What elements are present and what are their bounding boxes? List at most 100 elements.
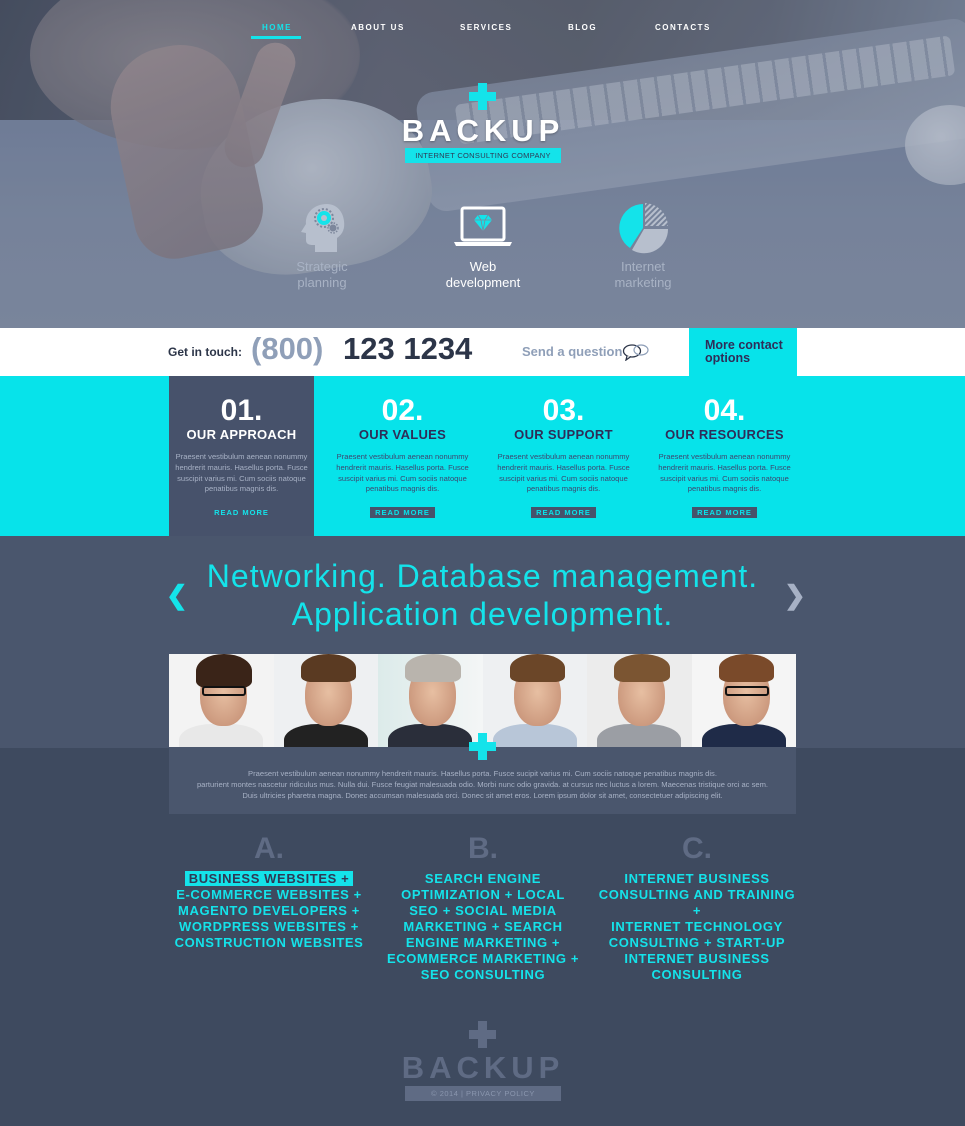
- feature-label: Strategic planning: [262, 259, 382, 291]
- chevron-right-icon[interactable]: ❯: [784, 580, 806, 611]
- nav-services[interactable]: SERVICES: [460, 23, 512, 32]
- card-text: Praesent vestibulum aenean nonummy hendr…: [658, 452, 791, 494]
- about-line1: Praesent vestibulum aenean nonummy hendr…: [248, 769, 717, 778]
- features-strip: [0, 376, 965, 536]
- send-question-link[interactable]: Send a question: [522, 344, 622, 359]
- card-our-resources: 04. OUR RESOURCES Praesent vestibulum ae…: [652, 376, 797, 536]
- team-photo[interactable]: [482, 654, 587, 747]
- read-more-button[interactable]: READ MORE: [370, 507, 435, 519]
- feature-label: Internet marketing: [583, 259, 703, 291]
- about-line2: parturient montes nascetur ridiculus mus…: [196, 780, 769, 789]
- copyright-text: © 2014: [431, 1089, 459, 1098]
- service-item[interactable]: INTERNET BUSINESS: [624, 871, 769, 886]
- service-column-c: C. INTERNET BUSINESS CONSULTING AND TRAI…: [597, 832, 797, 983]
- card-our-support: 03. OUR SUPPORT Praesent vestibulum aene…: [491, 376, 636, 536]
- service-item[interactable]: E-COMMERCE WEBSITES +: [176, 887, 362, 902]
- read-more-button[interactable]: READ MORE: [209, 507, 274, 518]
- footer-separator: |: [461, 1089, 464, 1098]
- speech-bubbles-icon[interactable]: [622, 343, 650, 362]
- service-column-b: B. SEARCH ENGINE OPTIMIZATION + LOCAL SE…: [383, 832, 583, 983]
- nav-active-indicator: [251, 36, 301, 39]
- slider-line1: Networking. Database management.: [206, 558, 759, 594]
- brand-tagline: INTERNET CONSULTING COMPANY: [405, 148, 561, 163]
- service-item[interactable]: CONSTRUCTION WEBSITES: [175, 935, 364, 950]
- read-more-button[interactable]: READ MORE: [692, 507, 757, 519]
- card-text: Praesent vestibulum aenean nonummy hendr…: [497, 452, 630, 494]
- service-item[interactable]: SEO + SOCIAL MEDIA: [409, 903, 556, 918]
- card-text: Praesent vestibulum aenean nonummy hendr…: [175, 452, 308, 494]
- feature-label: Web development: [423, 259, 543, 291]
- privacy-policy-link[interactable]: PRIVACY POLICY: [466, 1089, 535, 1098]
- service-item[interactable]: SEO CONSULTING: [421, 967, 545, 982]
- contact-label: Get in touch:: [168, 345, 242, 359]
- team-photo[interactable]: [587, 654, 692, 747]
- nav-about-us[interactable]: ABOUT US: [351, 23, 405, 32]
- team-photo[interactable]: [169, 654, 274, 747]
- card-title: OUR APPROACH: [186, 427, 297, 442]
- service-item[interactable]: ENGINE MARKETING +: [406, 935, 560, 950]
- service-item[interactable]: CONSULTING: [652, 967, 743, 982]
- card-title: OUR VALUES: [358, 427, 447, 442]
- footer-brand-logo[interactable]: BACKUP: [380, 1050, 586, 1086]
- feature-internet-marketing[interactable]: Internet marketing: [583, 200, 703, 291]
- team-photo[interactable]: [691, 654, 796, 747]
- service-item[interactable]: INTERNET TECHNOLOGY: [611, 919, 783, 934]
- card-number: 03.: [542, 394, 585, 427]
- read-more-button[interactable]: READ MORE: [531, 507, 596, 519]
- card-number: 04.: [703, 394, 746, 427]
- more-contact-line2: options: [705, 351, 751, 365]
- main-nav: HOME ABOUT US SERVICES BLOG CONTACTS: [0, 18, 965, 40]
- service-letter: A.: [254, 832, 284, 865]
- plus-icon: [469, 83, 496, 110]
- team-photo[interactable]: [273, 654, 378, 747]
- nav-blog[interactable]: BLOG: [568, 23, 597, 32]
- service-item[interactable]: OPTIMIZATION + LOCAL: [401, 887, 565, 902]
- card-title: OUR SUPPORT: [514, 427, 613, 442]
- feature-web-development[interactable]: Web development: [423, 200, 543, 291]
- service-column-a: A. BUSINESS WEBSITES + E-COMMERCE WEBSIT…: [169, 832, 369, 951]
- feature-label-line2: planning: [297, 275, 347, 290]
- card-title: OUR RESOURCES: [665, 427, 784, 442]
- service-item[interactable]: INTERNET BUSINESS: [624, 951, 769, 966]
- feature-strategic-planning[interactable]: Strategic planning: [262, 200, 382, 291]
- service-item[interactable]: SEARCH ENGINE: [425, 871, 541, 886]
- service-item[interactable]: MAGENTO DEVELOPERS +: [178, 903, 360, 918]
- phone-area-code[interactable]: (800): [251, 331, 323, 367]
- feature-label-line1: Internet: [620, 259, 666, 274]
- contact-bar: Get in touch: (800) 123 1234 Send a ques…: [0, 328, 965, 376]
- laptop-diamond-icon: [448, 200, 518, 256]
- card-number: 01.: [220, 394, 263, 427]
- about-line3: Duis ultricies pharetra magna. Donec acc…: [242, 791, 723, 800]
- footer-plus-icon: [469, 1021, 496, 1048]
- feature-label-line1: Web: [469, 259, 497, 274]
- hero-section: HOME ABOUT US SERVICES BLOG CONTACTS BAC…: [0, 0, 965, 328]
- card-our-values: 02. OUR VALUES Praesent vestibulum aenea…: [330, 376, 475, 536]
- more-contact-line1: More contact: [705, 338, 783, 352]
- team-photo[interactable]: [378, 654, 483, 747]
- service-letter: C.: [682, 832, 712, 865]
- nav-contacts[interactable]: CONTACTS: [655, 23, 711, 32]
- service-letter: B.: [468, 832, 498, 865]
- feature-label-line2: development: [445, 275, 521, 290]
- service-items: INTERNET BUSINESS CONSULTING AND TRAININ…: [597, 871, 797, 983]
- feature-label-line1: Strategic: [296, 259, 348, 274]
- pie-chart-icon: [608, 200, 678, 256]
- service-item-highlighted[interactable]: BUSINESS WEBSITES +: [184, 871, 354, 886]
- footer-copyright: © 2014 | PRIVACY POLICY: [405, 1086, 561, 1101]
- card-our-approach: 01. OUR APPROACH Praesent vestibulum aen…: [169, 376, 314, 536]
- slider-line2: Application development.: [291, 596, 674, 632]
- service-items: BUSINESS WEBSITES + E-COMMERCE WEBSITES …: [169, 871, 369, 951]
- service-item[interactable]: ECOMMERCE MARKETING +: [387, 951, 579, 966]
- service-item[interactable]: MARKETING + SEARCH: [403, 919, 562, 934]
- service-item[interactable]: WORDPRESS WEBSITES +: [179, 919, 359, 934]
- phone-number[interactable]: 123 1234: [343, 331, 472, 367]
- slider-headline: Networking. Database management. Applica…: [180, 557, 785, 633]
- service-item[interactable]: CONSULTING + START-UP: [609, 935, 785, 950]
- service-item[interactable]: CONSULTING AND TRAINING +: [599, 887, 796, 918]
- feature-label-line2: marketing: [614, 275, 672, 290]
- more-contact-options-button[interactable]: More contact options: [689, 328, 797, 376]
- nav-home[interactable]: HOME: [262, 23, 292, 32]
- brand-logo[interactable]: BACKUP: [380, 113, 586, 149]
- plus-icon: [469, 733, 496, 760]
- head-gears-icon: [287, 200, 357, 256]
